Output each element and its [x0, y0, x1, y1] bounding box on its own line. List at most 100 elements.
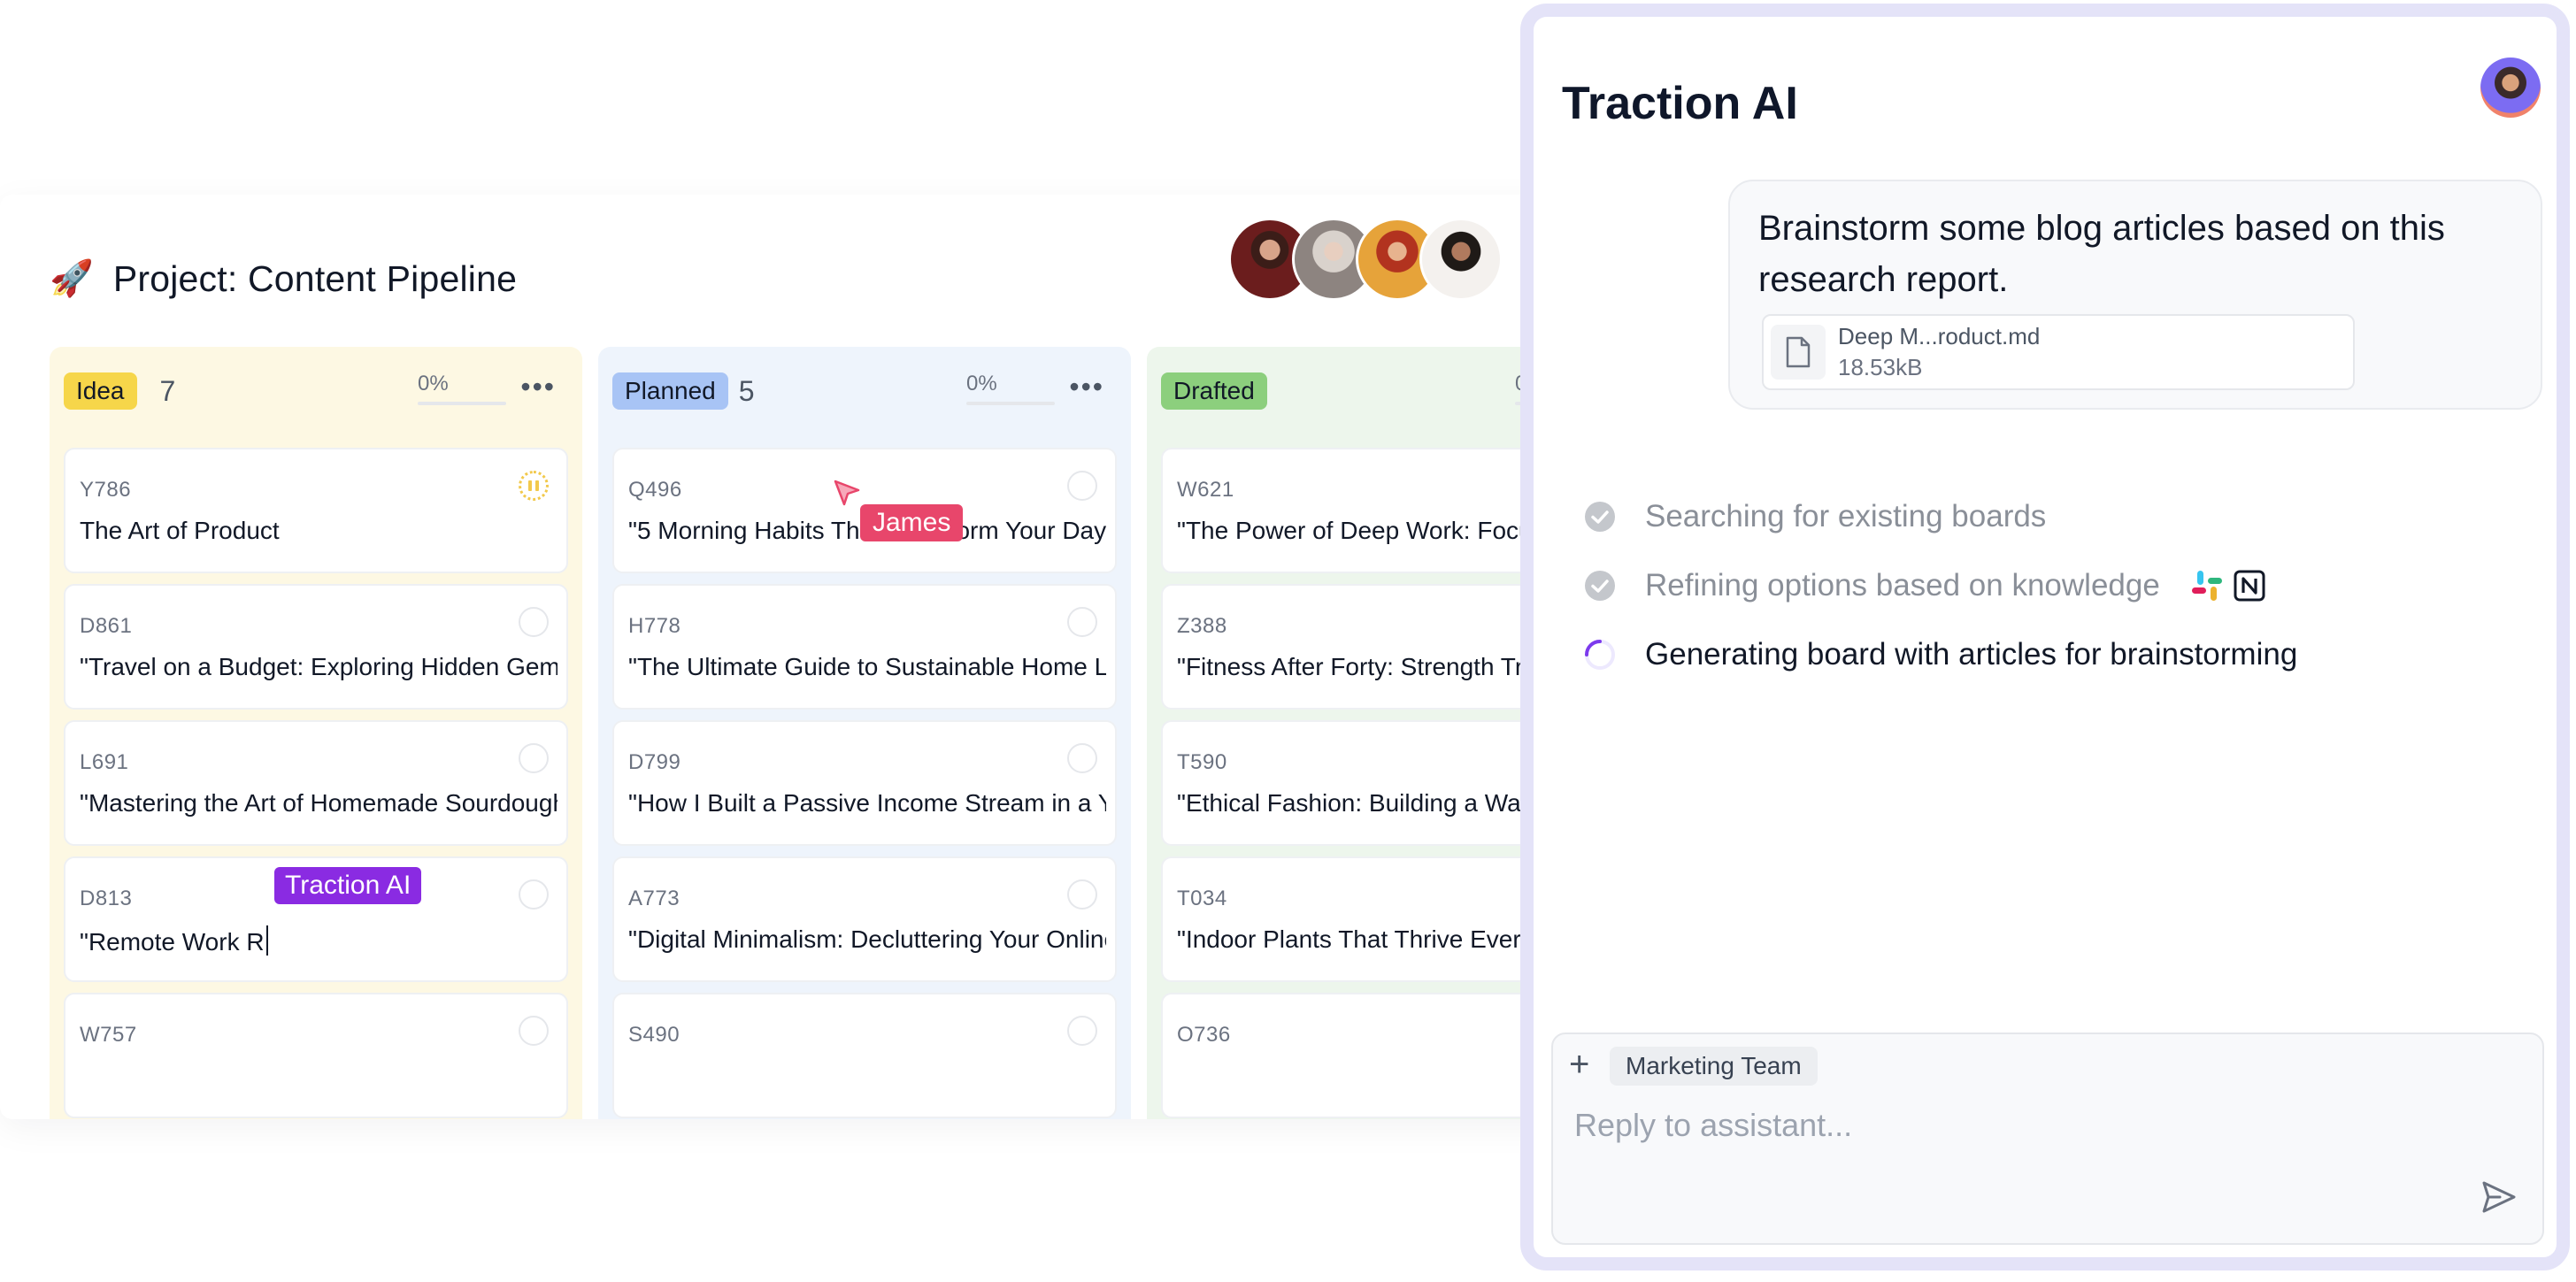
task-card[interactable]: D861 "Travel on a Budget: Exploring Hidd… — [64, 584, 568, 710]
card-title: "The Ultimate Guide to Sustainable Home … — [628, 653, 1106, 680]
task-card[interactable]: T590 "Ethical Fashion: Building a Wardro… — [1161, 720, 1557, 846]
card-title: "Digital Minimalism: Decluttering Your O… — [628, 925, 1106, 953]
send-icon[interactable] — [2479, 1178, 2518, 1217]
card-id: S490 — [628, 1023, 681, 1047]
card-id: T590 — [1177, 750, 1227, 774]
file-attachment[interactable]: Deep M...roduct.md 18.53kB — [1762, 314, 2355, 390]
column-label: Idea — [64, 372, 137, 410]
status-circle-icon[interactable] — [519, 1016, 549, 1046]
progress-percent: 0% — [966, 372, 997, 395]
collaborator-cursor-label: James — [860, 504, 964, 541]
kanban-board: 🚀 Project: Content Pipeline Idea 7 0% ••… — [0, 195, 1557, 1119]
context-chip[interactable]: Marketing Team — [1610, 1047, 1818, 1086]
step-label: Refining options based on knowledge — [1645, 568, 2160, 603]
status-circle-icon[interactable] — [1067, 879, 1097, 910]
card-id: A773 — [628, 887, 681, 910]
rocket-icon: 🚀 — [50, 259, 94, 298]
step-item: Generating board with articles for brain… — [1583, 620, 2297, 689]
card-id: D813 — [80, 887, 133, 910]
card-id: T034 — [1177, 887, 1227, 910]
status-circle-icon[interactable] — [519, 879, 549, 910]
card-id: D861 — [80, 614, 133, 638]
status-circle-icon[interactable] — [1067, 471, 1097, 501]
loading-spinner-icon — [1585, 640, 1615, 670]
status-circle-icon[interactable] — [1067, 743, 1097, 773]
collaborator-avatars[interactable] — [1228, 218, 1503, 301]
card-id: W621 — [1177, 478, 1234, 502]
step-item: Searching for existing boards — [1583, 482, 2297, 551]
task-card[interactable]: S490 — [612, 993, 1117, 1118]
card-title-editing[interactable]: "Remote Work R — [80, 925, 557, 956]
paused-status-icon[interactable] — [519, 471, 549, 501]
column-count: 5 — [738, 374, 755, 407]
card-title: "Travel on a Budget: Exploring Hidden Ge… — [80, 653, 557, 680]
card-title: "Ethical Fashion: Building a Wardrobe" — [1177, 789, 1557, 817]
column-label: Drafted — [1161, 372, 1267, 410]
card-title: "Mastering the Art of Homemade Sourdough… — [80, 789, 557, 817]
task-card[interactable]: H778 "The Ultimate Guide to Sustainable … — [612, 584, 1117, 710]
step-label: Searching for existing boards — [1645, 499, 2047, 534]
message-composer: + Marketing Team — [1551, 1033, 2544, 1245]
more-options-icon[interactable]: ••• — [1069, 372, 1104, 401]
card-id: W757 — [80, 1023, 137, 1047]
column-drafted: Drafted 0% W621 "The Power of Deep Work:… — [1147, 347, 1557, 1119]
avatar[interactable] — [1419, 218, 1503, 301]
status-circle-icon[interactable] — [519, 607, 549, 637]
task-card[interactable]: Y786 The Art of Product — [64, 448, 568, 573]
step-label: Generating board with articles for brain… — [1645, 637, 2298, 672]
card-id: Y786 — [80, 478, 132, 502]
user-message: Brainstorm some blog articles based on t… — [1728, 180, 2542, 410]
card-id: L691 — [80, 750, 129, 774]
attachment-size: 18.53kB — [1838, 354, 1923, 380]
slack-icon — [2191, 571, 2222, 601]
progress-bar — [418, 402, 506, 405]
column-idea: Idea 7 0% ••• Y786 The Art of Product D8… — [50, 347, 582, 1119]
column-progress: 0% — [966, 372, 1055, 405]
task-card[interactable]: D799 "How I Built a Passive Income Strea… — [612, 720, 1117, 846]
board-header: 🚀 Project: Content Pipeline — [50, 248, 517, 310]
notion-icon — [2234, 570, 2265, 602]
card-title-text: "Remote Work R — [80, 928, 265, 956]
task-card[interactable]: A773 "Digital Minimalism: Decluttering Y… — [612, 856, 1117, 982]
task-card[interactable]: Z388 "Fitness After Forty: Strength Trai… — [1161, 584, 1557, 710]
text-caret — [265, 925, 268, 956]
card-id: D799 — [628, 750, 681, 774]
file-icon — [1771, 325, 1826, 380]
status-circle-icon[interactable] — [519, 743, 549, 773]
card-id: Q496 — [628, 478, 682, 502]
card-title: "Indoor Plants That Thrive Everywhere" — [1177, 925, 1557, 953]
check-circle-icon — [1585, 502, 1615, 532]
plus-icon[interactable]: + — [1569, 1047, 1589, 1082]
status-circle-icon[interactable] — [1067, 607, 1097, 637]
column-count: 7 — [159, 374, 176, 407]
avatar[interactable] — [2480, 58, 2541, 118]
task-card[interactable]: L691 "Mastering the Art of Homemade Sour… — [64, 720, 568, 846]
task-card[interactable]: W621 "The Power of Deep Work: Focus in a… — [1161, 448, 1557, 573]
ai-cursor-label: Traction AI — [274, 867, 422, 904]
attachment-name: Deep M...roduct.md — [1838, 323, 2041, 349]
more-options-icon[interactable]: ••• — [520, 372, 556, 401]
progress-steps: Searching for existing boards Refining o… — [1583, 482, 2297, 689]
card-title: "The Power of Deep Work: Focus in a Dist… — [1177, 517, 1557, 544]
reply-input[interactable] — [1573, 1098, 2461, 1153]
progress-bar — [966, 402, 1055, 405]
card-title: "Fitness After Forty: Strength Training … — [1177, 653, 1557, 680]
board-title: Project: Content Pipeline — [112, 257, 518, 299]
column-label: Planned — [612, 372, 728, 410]
task-card[interactable]: O736 — [1161, 993, 1557, 1118]
card-id: Z388 — [1177, 614, 1227, 638]
cursor-arrow-icon — [834, 480, 860, 506]
progress-percent: 0% — [418, 372, 449, 395]
card-title: "How I Built a Passive Income Stream in … — [628, 789, 1106, 817]
card-title: The Art of Product — [80, 517, 280, 544]
panel-title: Traction AI — [1562, 78, 1798, 129]
step-item: Refining options based on knowledge — [1583, 551, 2297, 620]
task-card[interactable]: W757 — [64, 993, 568, 1118]
column-planned: Planned 5 0% ••• Q496 "5 Morning Habits … — [598, 347, 1131, 1119]
card-id: H778 — [628, 614, 681, 638]
card-id: O736 — [1177, 1023, 1231, 1047]
task-card[interactable]: T034 "Indoor Plants That Thrive Everywhe… — [1161, 856, 1557, 982]
status-circle-icon[interactable] — [1067, 1016, 1097, 1046]
user-message-text: Brainstorm some blog articles based on t… — [1758, 209, 2445, 299]
assistant-panel: Traction AI Brainstorm some blog article… — [1520, 4, 2570, 1270]
